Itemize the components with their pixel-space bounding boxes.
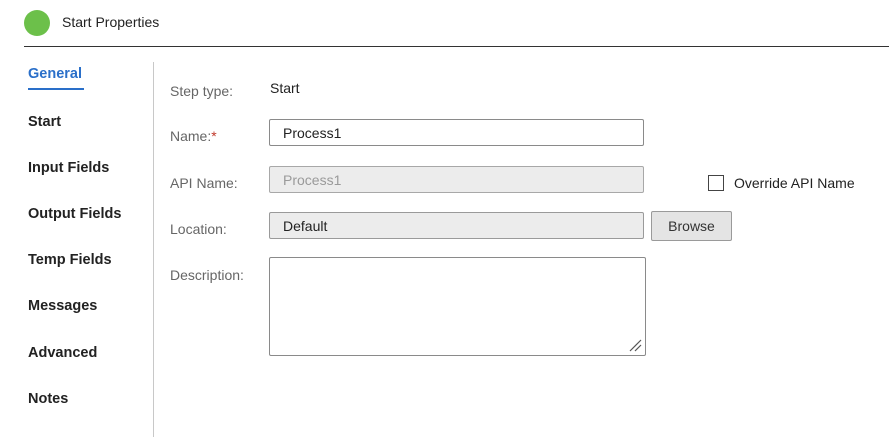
- step-type-label: Step type:: [170, 83, 234, 99]
- api-name-input: [269, 166, 644, 193]
- step-type-value: Start: [270, 80, 300, 96]
- properties-sidebar: [0, 47, 153, 437]
- location-label: Location:: [170, 221, 227, 237]
- api-name-label: API Name:: [170, 175, 238, 191]
- panel-title: Start Properties: [62, 14, 160, 30]
- description-label: Description:: [170, 267, 244, 283]
- name-input[interactable]: [269, 119, 644, 146]
- override-api-name-label[interactable]: Override API Name: [734, 175, 855, 191]
- name-label: Name:*: [170, 128, 217, 144]
- nav-item-notes[interactable]: Notes: [28, 391, 68, 407]
- status-indicator-icon: [24, 10, 50, 36]
- nav-item-general[interactable]: General: [28, 66, 82, 82]
- nav-item-messages[interactable]: Messages: [28, 298, 97, 314]
- browse-button[interactable]: Browse: [651, 211, 732, 241]
- header-divider: [24, 46, 889, 47]
- location-input[interactable]: [269, 212, 644, 239]
- nav-item-temp-fields[interactable]: Temp Fields: [28, 252, 112, 268]
- name-label-text: Name:: [170, 128, 212, 144]
- description-textarea[interactable]: [269, 257, 646, 356]
- nav-item-input-fields[interactable]: Input Fields: [28, 160, 109, 176]
- nav-item-output-fields[interactable]: Output Fields: [28, 206, 121, 222]
- nav-active-indicator: [28, 88, 84, 90]
- sidebar-divider: [153, 62, 154, 437]
- nav-item-start[interactable]: Start: [28, 114, 61, 130]
- properties-header: Start Properties: [0, 0, 889, 47]
- required-marker: *: [211, 128, 217, 144]
- resize-grip-icon[interactable]: [628, 338, 642, 352]
- nav-item-advanced[interactable]: Advanced: [28, 345, 97, 361]
- override-api-name-checkbox[interactable]: [708, 175, 724, 191]
